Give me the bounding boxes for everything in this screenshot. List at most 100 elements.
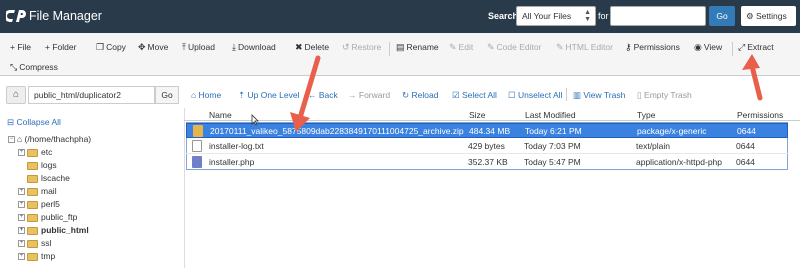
view-trash-button[interactable]: ▥ View Trash bbox=[573, 90, 625, 101]
file-type: package/x-generic bbox=[637, 126, 707, 136]
code-editor-label: Code Editor bbox=[496, 42, 542, 52]
new-file-button[interactable]: + File bbox=[10, 42, 31, 52]
tree-item-label: perl5 bbox=[41, 199, 60, 209]
tree-item-label: mail bbox=[41, 186, 57, 196]
search-input[interactable] bbox=[610, 6, 706, 26]
header-divider bbox=[184, 120, 800, 121]
tree-item-logs[interactable]: logs bbox=[27, 160, 57, 170]
tree-item-tmp[interactable]: + tmp bbox=[18, 251, 55, 261]
top-header: File Manager Search All Your Files ▲ ▼ fo… bbox=[0, 0, 800, 33]
tree-item-public-ftp[interactable]: + public_ftp bbox=[18, 212, 77, 222]
path-go-button[interactable]: Go bbox=[155, 86, 179, 104]
unselect-all-label: Unselect All bbox=[517, 90, 563, 100]
table-row[interactable]: 20170111_valikeo_5875809dab2283849170111… bbox=[186, 123, 788, 138]
home-nav-button[interactable]: ⌂ Home bbox=[191, 90, 221, 100]
view-button[interactable]: ◉ View bbox=[694, 42, 722, 53]
download-button[interactable]: ⤓ Download bbox=[232, 42, 276, 53]
home-icon: ⌂ bbox=[12, 89, 20, 100]
move-icon: ✥ bbox=[138, 42, 146, 52]
tree-item-lscache[interactable]: lscache bbox=[27, 173, 70, 183]
html-icon: ✎ bbox=[556, 42, 564, 52]
file-modified: Today 5:47 PM bbox=[524, 157, 581, 167]
file-size: 429 bytes bbox=[468, 141, 505, 151]
expand-arrows-icon: ⤢ bbox=[738, 42, 746, 52]
select-all-button[interactable]: ☑ Select All bbox=[452, 90, 497, 101]
upload-label: Upload bbox=[187, 42, 215, 52]
download-icon: ⤓ bbox=[232, 42, 236, 52]
plus-icon: + bbox=[18, 214, 25, 222]
table-row[interactable]: installer-log.txt 429 bytes Today 7:03 P… bbox=[186, 139, 788, 154]
tree-item-label: logs bbox=[41, 160, 57, 170]
compress-label: Compress bbox=[19, 62, 58, 72]
settings-button[interactable]: ⚙ Settings bbox=[741, 6, 796, 26]
permissions-button[interactable]: ⚷ Permissions bbox=[625, 42, 680, 53]
home-icon: ⌂ bbox=[191, 90, 199, 100]
annotation-arrow-icon bbox=[742, 54, 763, 101]
folder-icon bbox=[27, 187, 38, 196]
folder-icon bbox=[27, 213, 38, 222]
search-scope-value: All Your Files bbox=[522, 11, 572, 21]
path-input[interactable]: public_html/duplicator2 bbox=[28, 86, 155, 104]
home-icon: ⌂ bbox=[17, 134, 25, 144]
empty-trash-label: Empty Trash bbox=[644, 90, 692, 100]
text-file-icon bbox=[192, 140, 202, 152]
folder-icon bbox=[27, 174, 38, 183]
search-go-button[interactable]: Go bbox=[709, 6, 735, 26]
tree-item-public-html[interactable]: + public_html bbox=[18, 225, 89, 235]
tree-item-ssl[interactable]: + ssl bbox=[18, 238, 51, 248]
upload-button[interactable]: ⤒ Upload bbox=[182, 42, 215, 53]
column-header-name[interactable]: Name bbox=[209, 110, 232, 120]
reload-button[interactable]: ↻ Reload bbox=[402, 90, 438, 101]
tree-item-etc[interactable]: + etc bbox=[18, 147, 52, 157]
move-button[interactable]: ✥ Move bbox=[138, 42, 168, 53]
column-header-permissions[interactable]: Permissions bbox=[737, 110, 783, 120]
tree-root[interactable]: − ⌂ (/home/thachpha) bbox=[8, 134, 91, 144]
column-header-last-modified[interactable]: Last Modified bbox=[525, 110, 576, 120]
unselect-all-button[interactable]: ☐ Unselect All bbox=[508, 90, 562, 101]
restore-button[interactable]: ↺ Restore bbox=[342, 42, 381, 53]
empty-trash-button[interactable]: ▯ Empty Trash bbox=[637, 90, 692, 101]
file-type: application/x-httpd-php bbox=[636, 157, 723, 167]
minus-icon: − bbox=[8, 136, 15, 144]
checkbox-empty-icon: ☐ bbox=[508, 90, 518, 100]
column-header-type[interactable]: Type bbox=[637, 110, 655, 120]
delete-label: Delete bbox=[304, 42, 330, 52]
app-title: File Manager bbox=[29, 9, 102, 23]
download-label: Download bbox=[237, 42, 276, 52]
search-scope-select[interactable]: All Your Files ▲ ▼ bbox=[516, 6, 596, 26]
column-header-size[interactable]: Size bbox=[469, 110, 486, 120]
home-icon-button[interactable]: ⌂ bbox=[6, 86, 26, 104]
delete-button[interactable]: ✖ Delete bbox=[295, 42, 329, 53]
table-row[interactable]: installer.php 352.37 KB Today 5:47 PM ap… bbox=[186, 155, 788, 170]
navbar-divider bbox=[566, 88, 567, 101]
edit-button[interactable]: ✎ Edit bbox=[449, 42, 473, 53]
tree-item-perl5[interactable]: + perl5 bbox=[18, 199, 60, 209]
folder-icon bbox=[27, 252, 38, 261]
compress-button[interactable]: ⤡ Compress bbox=[10, 62, 58, 73]
archive-file-icon bbox=[193, 125, 203, 137]
rename-icon: ▤ bbox=[396, 42, 405, 52]
tree-item-label: lscache bbox=[41, 173, 70, 183]
gear-icon: ⚙ bbox=[746, 11, 754, 21]
html-editor-button[interactable]: ✎ HTML Editor bbox=[556, 42, 613, 53]
code-editor-button[interactable]: ✎ Code Editor bbox=[487, 42, 541, 53]
tree-item-mail[interactable]: + mail bbox=[18, 186, 57, 196]
php-file-icon bbox=[192, 156, 202, 168]
rename-button[interactable]: ▤ Rename bbox=[396, 42, 439, 53]
restore-label: Restore bbox=[351, 42, 382, 52]
plus-icon: + bbox=[18, 149, 25, 157]
file-perms: 0644 bbox=[737, 126, 756, 136]
copy-button[interactable]: ❐ Copy bbox=[96, 42, 126, 53]
forward-button[interactable]: → Forward bbox=[348, 90, 390, 100]
tree-item-label: tmp bbox=[41, 251, 56, 261]
new-folder-button[interactable]: + Folder bbox=[45, 42, 76, 52]
collapse-all-link[interactable]: ⊟ Collapse All bbox=[7, 117, 61, 128]
plus-icon: + bbox=[18, 201, 25, 209]
plus-icon: + bbox=[18, 240, 25, 248]
plus-icon: + bbox=[18, 188, 25, 196]
toolbar bbox=[0, 33, 800, 76]
cpanel-logo-icon bbox=[6, 10, 26, 22]
tree-item-label: etc bbox=[41, 147, 53, 157]
code-icon: ✎ bbox=[487, 42, 495, 52]
plus-icon: + bbox=[18, 253, 25, 261]
